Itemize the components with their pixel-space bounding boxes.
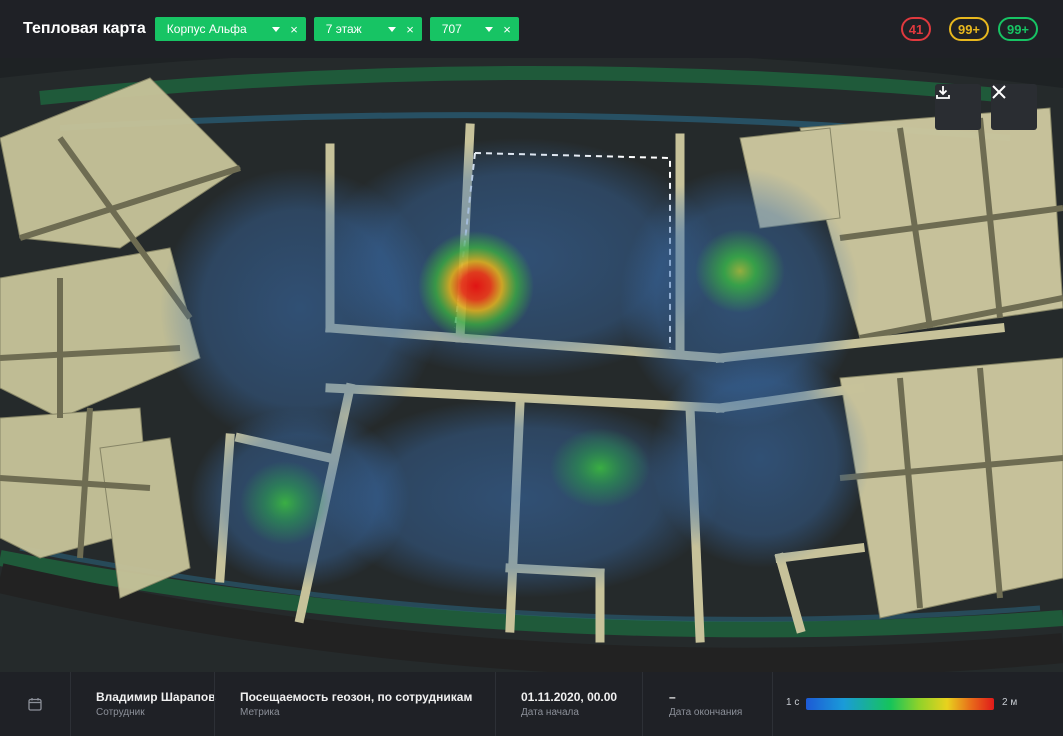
employee-field: Владимир Шарапов Сотрудник xyxy=(96,672,216,736)
end-date-label: Дата окончания xyxy=(669,707,743,718)
divider xyxy=(214,672,215,736)
date-picker-button[interactable] xyxy=(0,672,70,736)
metric-value: Посещаемость геозон, по сотрудникам xyxy=(240,690,473,704)
divider xyxy=(70,672,71,736)
employee-value: Владимир Шарапов xyxy=(96,690,216,704)
filter-room[interactable]: 707 × xyxy=(429,17,519,41)
status-badge-yellow[interactable]: 99+ xyxy=(949,17,989,41)
start-date-field: 01.11.2020, 00.00 Дата начала xyxy=(521,672,617,736)
close-icon[interactable]: × xyxy=(290,23,298,36)
heat-legend-gradient xyxy=(806,698,994,710)
status-badge-green[interactable]: 99+ xyxy=(998,17,1038,41)
filter-building-label: Корпус Альфа xyxy=(166,22,247,36)
metric-label: Метрика xyxy=(240,707,280,718)
employee-label: Сотрудник xyxy=(96,707,145,718)
filter-floor-label: 7 этаж xyxy=(325,22,362,36)
start-date-label: Дата начала xyxy=(521,707,579,718)
filter-room-label: 707 xyxy=(441,22,462,36)
chevron-down-icon[interactable] xyxy=(485,26,494,32)
calendar-icon xyxy=(28,698,42,711)
heat-overlay xyxy=(160,138,870,598)
heatmap-scene[interactable] xyxy=(0,58,1063,672)
filter-floor[interactable]: 7 этаж × xyxy=(313,17,422,41)
legend-min-label: 1 с xyxy=(786,697,800,708)
close-icon[interactable]: × xyxy=(503,23,511,36)
divider xyxy=(642,672,643,736)
filter-building[interactable]: Корпус Альфа × xyxy=(154,17,306,41)
page-title: Тепловая карта xyxy=(23,20,146,37)
divider xyxy=(772,672,773,736)
close-icon[interactable]: × xyxy=(406,23,414,36)
chevron-down-icon[interactable] xyxy=(388,26,397,32)
chevron-down-icon[interactable] xyxy=(272,26,281,32)
start-date-value: 01.11.2020, 00.00 xyxy=(521,690,618,704)
divider xyxy=(495,672,496,736)
floor-plan-3d xyxy=(0,58,1063,672)
status-badge-red[interactable]: 41 xyxy=(901,17,931,41)
top-bar: Тепловая карта Корпус Альфа × 7 этаж × 7… xyxy=(0,0,1063,58)
close-icon xyxy=(992,85,1006,99)
end-date-value: – xyxy=(669,690,676,704)
download-button[interactable] xyxy=(935,84,981,130)
status-badges: 41 99+ 99+ xyxy=(901,0,1063,58)
legend-max-label: 2 м xyxy=(1002,697,1018,708)
end-date-field: – Дата окончания xyxy=(669,672,742,736)
close-button[interactable] xyxy=(991,84,1037,130)
download-icon xyxy=(936,86,950,99)
metric-field: Посещаемость геозон, по сотрудникам Метр… xyxy=(240,672,472,736)
